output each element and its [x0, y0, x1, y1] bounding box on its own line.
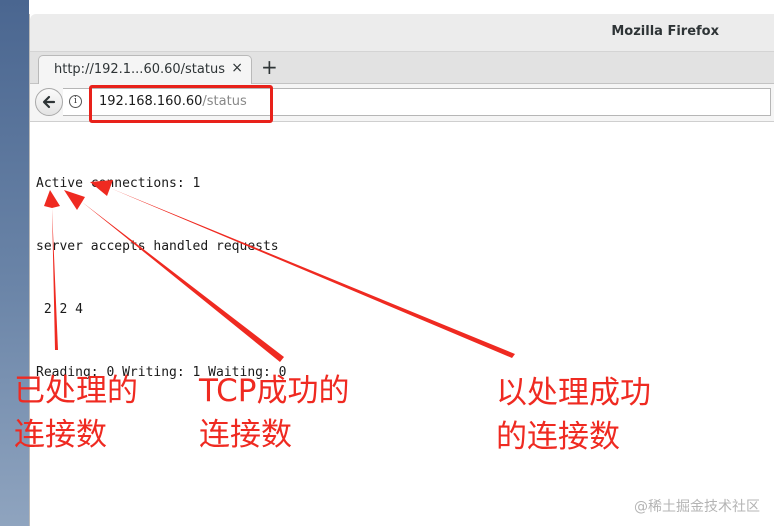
screenshot: Mozilla Firefox http://192.1...60.60/sta…	[0, 0, 774, 526]
annotation-requests: 以处理成功 的连接数	[496, 371, 651, 459]
annotation-handled-line2: 连接数	[14, 417, 107, 453]
annotation-requests-line2: 的连接数	[496, 419, 620, 455]
annotation-handled: 已处理的 连接数	[14, 369, 138, 457]
annotation-handled-line1: 已处理的	[14, 373, 138, 409]
watermark: @稀土掘金技术社区	[634, 499, 760, 515]
arrow-accepts	[64, 190, 284, 362]
annotation-requests-line1: 以处理成功	[496, 375, 651, 411]
annotation-tcp: TCP成功的 连接数	[199, 369, 349, 457]
annotation-tcp-line2: 连接数	[199, 417, 292, 453]
annotation-tcp-line1: TCP成功的	[199, 373, 350, 409]
arrow-handled	[44, 190, 60, 350]
arrow-requests	[90, 180, 515, 358]
